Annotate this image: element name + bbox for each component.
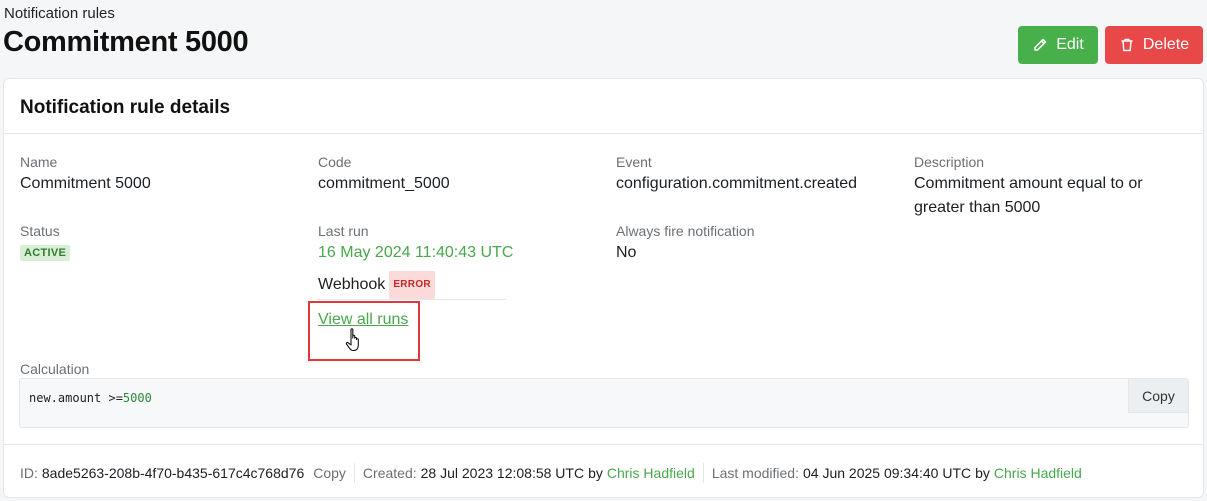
webhook-run: Webhook ERROR	[318, 271, 435, 299]
status-badge: ACTIVE	[20, 245, 71, 261]
edit-button-label: Edit	[1056, 36, 1084, 53]
modified-label: Last modified:	[711, 465, 799, 481]
event-value: configuration.commitment.created	[616, 175, 857, 192]
modified-by-link[interactable]: Chris Hadfield	[994, 465, 1082, 481]
modified-by-label: by	[975, 465, 990, 481]
id-value: 8ade5263-208b-4f70-b435-617c4c768d76	[41, 465, 305, 481]
page-title: Commitment 5000	[3, 26, 249, 58]
description-label: Description	[914, 154, 985, 170]
edit-button[interactable]: Edit	[1018, 26, 1098, 64]
description-line-2: greater than 5000	[914, 199, 1041, 216]
webhook-label: Webhook	[318, 276, 386, 293]
status-label: Status	[20, 223, 60, 239]
event-label: Event	[616, 154, 652, 170]
code-number: 5000	[122, 391, 152, 405]
delete-button-label: Delete	[1142, 36, 1190, 53]
footer-separator	[702, 463, 704, 483]
copy-id-button[interactable]: Copy	[313, 465, 346, 481]
created-value: 28 Jul 2023 12:08:58 UTC	[420, 465, 585, 481]
created-by-link[interactable]: Chris Hadfield	[607, 465, 695, 481]
calculation-code-block: new.amount >=5000 Copy	[19, 378, 1189, 428]
calculation-label: Calculation	[20, 361, 90, 377]
code-prefix: new.amount >=	[29, 391, 123, 405]
footer-divider	[4, 444, 1203, 445]
breadcrumb[interactable]: Notification rules	[4, 5, 115, 22]
always-fire-label: Always fire notification	[616, 223, 755, 239]
created-label: Created:	[362, 465, 417, 481]
code-label: Code	[318, 154, 352, 170]
pencil-icon	[1034, 38, 1047, 51]
card-header-divider	[4, 133, 1203, 134]
trash-icon	[1121, 38, 1133, 52]
card-title: Notification rule details	[20, 97, 231, 118]
footer-separator	[353, 463, 355, 483]
error-badge: ERROR	[389, 271, 435, 299]
name-value: Commitment 5000	[20, 175, 151, 192]
always-fire-value: No	[616, 244, 637, 261]
last-run-divider	[317, 299, 506, 300]
calculation-code: new.amount >=5000	[29, 391, 152, 405]
last-run-label: Last run	[318, 223, 369, 239]
id-label: ID:	[20, 465, 38, 481]
code-value: commitment_5000	[318, 175, 450, 192]
notification-rule-details-card: Notification rule details Name Commitmen…	[3, 78, 1204, 498]
highlight-box	[308, 301, 420, 361]
delete-button[interactable]: Delete	[1105, 26, 1203, 64]
copy-calculation-button[interactable]: Copy	[1128, 379, 1188, 413]
modified-value: 04 Jun 2025 09:34:40 UTC	[802, 465, 972, 481]
metadata-footer: ID: 8ade5263-208b-4f70-b435-617c4c768d76…	[20, 461, 1082, 485]
created-by-label: by	[588, 465, 603, 481]
description-line-1: Commitment amount equal to or	[914, 175, 1143, 192]
last-run-value: 16 May 2024 11:40:43 UTC	[318, 244, 514, 261]
hand-pointer-icon	[345, 328, 359, 352]
name-label: Name	[20, 154, 58, 170]
